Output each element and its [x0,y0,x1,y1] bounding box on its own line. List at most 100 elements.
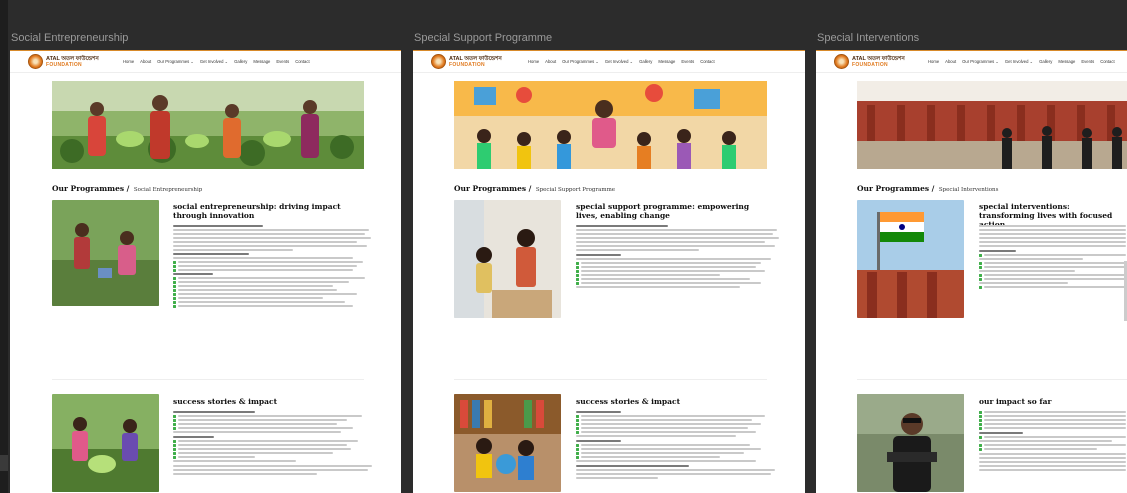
text-line-placeholder [581,427,749,429]
menu-item-about[interactable]: About [945,59,956,64]
text-line-placeholder [576,258,771,260]
text-line-placeholder [173,276,365,280]
frame-label-special-support[interactable]: Special Support Programme [414,32,552,44]
atal-foundation-logo[interactable]: ATAL অতল ফাউন্ডেশন FOUNDATION [28,54,99,69]
text-line-placeholder [173,280,349,284]
menu-item-our-programmes[interactable]: Our Programmes ⌄ [962,59,999,64]
text-line-placeholder [576,430,757,434]
text-line-placeholder [173,426,354,430]
text-line-placeholder [173,257,353,259]
check-square-icon [576,422,579,426]
check-square-icon [979,261,982,265]
text-line-placeholder [178,261,363,263]
frame-label-special-interventions[interactable]: Special Interventions [817,32,919,44]
text-line-placeholder [173,260,363,264]
menu-item-get-involved[interactable]: Get Involved ⌄ [1005,59,1033,64]
menu-item-home[interactable]: Home [928,59,939,64]
frame-special-support[interactable]: ATAL অতল ফাউন্ডেশন FOUNDATION Home About… [413,50,805,493]
text-line-placeholder [173,249,293,251]
menu-item-events[interactable]: Events [1081,59,1094,64]
menu-item-about[interactable]: About [545,59,556,64]
main-menu: Home About Our Programmes ⌄ Get Involved… [528,59,715,64]
menu-item-get-involved[interactable]: Get Involved ⌄ [200,59,228,64]
text-line-placeholder [178,423,337,425]
section2-body [173,411,378,493]
menu-item-get-involved[interactable]: Get Involved ⌄ [605,59,633,64]
logo-text-line2: FOUNDATION [449,61,485,68]
frame-social-entrepreneurship[interactable]: ATAL অতল ফাউন্ডেশন FOUNDATION Home About… [10,50,401,493]
text-line-placeholder [979,453,1126,455]
text-line-placeholder [984,423,1126,425]
check-square-icon [576,426,579,430]
text-line-placeholder [979,443,1126,447]
menu-item-gallery[interactable]: Gallery [234,59,247,64]
page-heading: Our Programmes / Special Interventions [857,178,998,196]
check-square-icon [173,426,176,430]
text-line-placeholder [984,411,1126,413]
check-square-icon [576,277,579,281]
menu-item-contact[interactable]: Contact [295,59,309,64]
frame-label-social-entrepreneurship[interactable]: Social Entrepreneurship [11,32,128,44]
text-line-placeholder [178,277,365,279]
text-line-placeholder [979,414,1126,418]
text-line-placeholder [576,411,622,413]
text-line-placeholder [178,448,352,450]
hero-image-farmers [52,81,364,169]
left-toolbar-strip [0,0,8,493]
menu-item-events[interactable]: Events [276,59,289,64]
check-square-icon [576,273,579,277]
navbar: ATAL অতল ফাউন্ডেশন FOUNDATION Home About… [10,51,401,73]
menu-item-contact[interactable]: Contact [700,59,714,64]
text-line-placeholder [576,254,622,256]
text-line-placeholder [178,456,255,458]
menu-item-our-programmes[interactable]: Our Programmes ⌄ [562,59,599,64]
menu-item-home[interactable]: Home [123,59,134,64]
check-square-icon [173,260,176,264]
check-square-icon [979,285,982,289]
menu-item-message[interactable]: Message [658,59,675,64]
text-line-placeholder [979,422,1126,426]
menu-item-home[interactable]: Home [528,59,539,64]
text-line-placeholder [581,448,761,450]
text-line-placeholder [984,262,1126,264]
menu-item-gallery[interactable]: Gallery [1039,59,1052,64]
check-square-icon [576,451,579,455]
menu-item-gallery[interactable]: Gallery [639,59,652,64]
logo-text-line1: ATAL অতল ফাউন্ডেশন [852,55,905,62]
main-menu: Home About Our Programmes ⌄ Get Involved… [928,59,1115,64]
text-line-placeholder [576,477,658,479]
text-line-placeholder [979,250,1016,252]
section1-image [454,200,561,318]
menu-item-contact[interactable]: Contact [1100,59,1114,64]
section2-title: success stories & impact [173,397,278,406]
atal-foundation-logo[interactable]: ATAL অতল ফাউন্ডেশন FOUNDATION [834,54,905,69]
menu-item-about[interactable]: About [140,59,151,64]
text-line-placeholder [178,305,353,307]
text-line-placeholder [984,254,1126,256]
text-line-placeholder [979,233,1126,235]
check-square-icon [173,264,176,268]
text-line-placeholder [979,273,1126,277]
text-line-placeholder [178,297,323,299]
menu-item-events[interactable]: Events [681,59,694,64]
heading-sub: Social Entrepreneurship [133,187,203,193]
text-line-placeholder [979,282,1068,284]
text-line-placeholder [173,411,255,413]
frame-special-interventions[interactable]: ATAL অতল ফাউন্ডেশন FOUNDATION Home About… [816,50,1127,493]
heading-sub: Special Support Programme [535,187,616,193]
heading-sub: Special Interventions [938,187,999,193]
text-line-placeholder [581,452,745,454]
text-line-placeholder [979,229,1126,231]
check-square-icon [979,443,982,447]
menu-item-message[interactable]: Message [253,59,270,64]
heading-main: Our Programmes / [454,184,532,193]
menu-item-our-programmes[interactable]: Our Programmes ⌄ [157,59,194,64]
check-square-icon [173,288,176,292]
text-line-placeholder [984,278,1126,280]
check-square-icon [173,280,176,284]
atal-foundation-logo[interactable]: ATAL অতল ফাউন্ডেশন FOUNDATION [431,54,502,69]
text-line-placeholder [979,440,1113,442]
menu-item-message[interactable]: Message [1058,59,1075,64]
check-square-icon [173,422,176,426]
text-line-placeholder [979,277,1126,281]
